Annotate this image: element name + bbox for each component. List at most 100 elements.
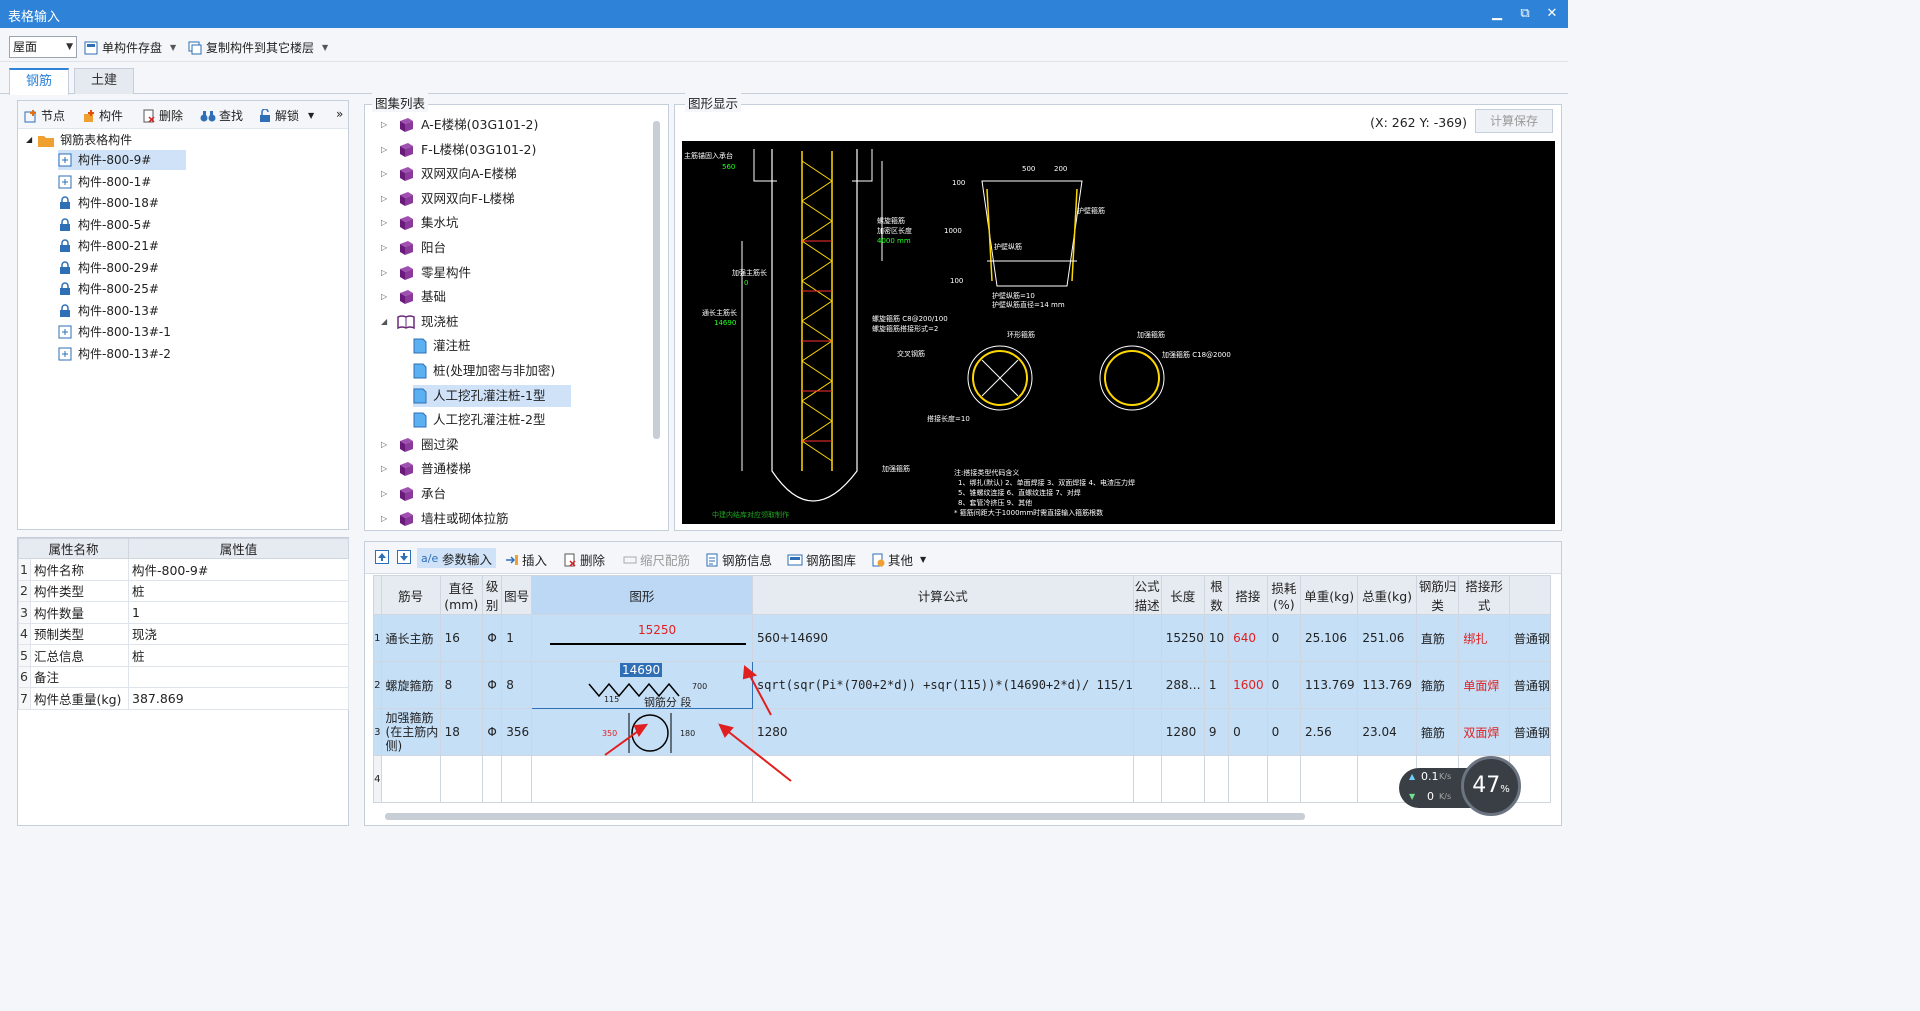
expand-icon[interactable]: ▷ — [381, 483, 391, 505]
collapse-icon[interactable]: ◢ — [26, 130, 32, 150]
rebar-info-button[interactable]: 钢筋信息 — [705, 550, 772, 569]
property-row[interactable]: 5 汇总信息桩 — [18, 644, 349, 667]
cell-bar-name[interactable]: 螺旋箍筋 — [380, 661, 441, 709]
cell-unit-weight[interactable]: 113.769 — [1300, 661, 1359, 709]
property-row[interactable]: 4 预制类型 现浇 — [18, 622, 349, 645]
column-header[interactable]: 计算公式 — [751, 575, 1134, 615]
expand-icon[interactable]: ▷ — [381, 139, 391, 161]
cell-shape[interactable]: 15250 — [530, 614, 753, 662]
move-down-button[interactable] — [397, 550, 411, 564]
column-header[interactable]: 损耗(%) — [1266, 575, 1302, 615]
cell-lap-type[interactable]: 双面焊 — [1458, 708, 1510, 756]
tree-item[interactable]: 构件-800-13# — [58, 301, 186, 321]
cell-length[interactable]: 288… — [1160, 661, 1205, 709]
cell-total-weight[interactable]: 23.04 — [1357, 708, 1417, 756]
tree-item[interactable]: 构件-800-29# — [58, 258, 186, 278]
expand-icon[interactable]: ▷ — [381, 458, 391, 480]
column-header[interactable]: 根数 — [1203, 575, 1230, 615]
cell-length[interactable]: 15250 — [1160, 614, 1205, 662]
atlas-scrollbar[interactable] — [653, 121, 660, 439]
cell-steel-type[interactable]: 普通钢 — [1508, 614, 1551, 662]
cell-loss[interactable]: 0 — [1266, 661, 1302, 709]
move-up-button[interactable] — [375, 550, 389, 564]
atlas-item[interactable]: ▷ 双网双向A-E楼梯 — [381, 163, 517, 185]
cell-lap[interactable]: 0 — [1228, 708, 1268, 756]
tree-item[interactable]: 构件-800-25# — [58, 279, 186, 299]
column-header[interactable]: 钢筋归类 — [1415, 575, 1460, 615]
cell-figure-no[interactable]: 1 — [501, 614, 532, 662]
tree-item[interactable]: 构件-800-21# — [58, 236, 186, 256]
column-header[interactable]: 搭接 — [1228, 575, 1268, 615]
restore-button[interactable]: ⧉ — [1514, 4, 1536, 24]
save-component-button[interactable]: 单构件存盘 ▼ — [84, 38, 176, 58]
cell-diameter[interactable]: 18 — [439, 708, 483, 756]
table-row[interactable]: 1 通长主筋 16 Φ 1 15250 560+14690 15250 10 6… — [373, 614, 1551, 662]
atlas-item[interactable]: ▷ 墙柱或砌体拉筋 — [381, 508, 509, 530]
empty-cell[interactable] — [1300, 755, 1359, 803]
atlas-child-item[interactable]: 桩(处理加密与非加密) — [413, 360, 555, 382]
column-header[interactable]: 长度 — [1160, 575, 1205, 615]
atlas-child-item[interactable]: 灌注桩 — [413, 335, 471, 357]
cell-lap[interactable]: 640 — [1228, 614, 1268, 662]
atlas-child-item[interactable]: 人工挖孔灌注桩-1型 — [413, 384, 571, 407]
param-input-button[interactable]: a/e 参数输入 — [417, 548, 497, 568]
cell-formula[interactable]: sqrt(sqr(Pi*(700+2*d)) +sqr(115))*(14690… — [751, 661, 1134, 709]
column-header[interactable]: 级别 — [481, 575, 503, 615]
atlas-child-item[interactable]: 人工挖孔灌注桩-2型 — [413, 409, 545, 431]
atlas-item[interactable]: ▷ 双网双向F-L楼梯 — [381, 188, 515, 210]
column-header[interactable]: 图形 — [530, 575, 753, 615]
atlas-item[interactable]: ▷ 承台 — [381, 483, 446, 505]
table-row[interactable]: 3 加强箍筋(在主筋内侧) 18 Φ 356 350 180 1280 1280… — [373, 708, 1551, 756]
close-button[interactable]: ✕ — [1541, 4, 1563, 24]
cell-grade[interactable]: Φ — [481, 708, 503, 756]
property-row[interactable]: 2 构件类型桩 — [18, 579, 349, 602]
cell-diameter[interactable]: 16 — [439, 614, 483, 662]
copy-to-floor-button[interactable]: 复制构件到其它楼层 ▼ — [188, 38, 328, 58]
tab-rebar[interactable]: 钢筋 — [9, 68, 69, 95]
column-header[interactable]: 直径(mm) — [439, 575, 483, 615]
cell-length[interactable]: 1280 — [1160, 708, 1205, 756]
cell-unit-weight[interactable]: 2.56 — [1300, 708, 1359, 756]
column-header[interactable]: 筋号 — [380, 575, 441, 615]
cell-loss[interactable]: 0 — [1266, 708, 1302, 756]
tree-item[interactable]: 构件-800-13#-2 — [58, 344, 186, 364]
expand-icon[interactable]: ▷ — [381, 508, 391, 530]
tree-item[interactable]: 构件-800-1# — [58, 172, 186, 192]
column-header-extra[interactable] — [1508, 575, 1551, 615]
atlas-item[interactable]: ▷ 集水坑 — [381, 212, 459, 234]
cell-desc[interactable] — [1132, 708, 1162, 756]
find-button[interactable]: 查找 — [200, 107, 243, 124]
table-row[interactable]: 4 — [373, 755, 1551, 803]
cell-lap-type[interactable]: 单面焊 — [1458, 661, 1510, 709]
column-header[interactable]: 单重(kg) — [1300, 575, 1359, 615]
property-value[interactable]: 387.869 — [128, 687, 349, 710]
cell-formula[interactable]: 1280 — [751, 708, 1134, 756]
cell-category[interactable]: 箍筋 — [1415, 708, 1460, 756]
add-node-button[interactable]: 节点 — [24, 107, 65, 124]
column-header[interactable]: 公式描述 — [1132, 575, 1162, 615]
scale-rebar-button[interactable]: 缩尺配筋 — [623, 550, 690, 569]
empty-cell[interactable] — [1228, 755, 1268, 803]
cell-lap-type[interactable]: 绑扎 — [1458, 614, 1510, 662]
cell-total-weight[interactable]: 113.769 — [1357, 661, 1417, 709]
empty-cell[interactable] — [751, 755, 1134, 803]
add-component-button[interactable]: 构件 — [82, 107, 123, 124]
empty-cell[interactable] — [1203, 755, 1230, 803]
calc-save-button[interactable]: 计算保存 — [1475, 109, 1553, 133]
property-row[interactable]: 3 构件数量 1 — [18, 601, 349, 624]
expand-icon[interactable]: ▷ — [381, 188, 391, 210]
empty-cell[interactable] — [1132, 755, 1162, 803]
cell-diameter[interactable]: 8 — [439, 661, 483, 709]
cell-count[interactable]: 10 — [1203, 614, 1230, 662]
cell-lap[interactable]: 1600 — [1228, 661, 1268, 709]
cell-count[interactable]: 1 — [1203, 661, 1230, 709]
atlas-item[interactable]: ▷ 零星构件 — [381, 262, 471, 284]
other-button[interactable]: 其他 ▼ — [871, 550, 926, 569]
cell-desc[interactable] — [1132, 614, 1162, 662]
empty-cell[interactable] — [1160, 755, 1205, 803]
insert-button[interactable]: 插入 — [505, 550, 547, 569]
cell-bar-name[interactable]: 加强箍筋(在主筋内侧) — [380, 708, 441, 756]
empty-cell[interactable] — [481, 755, 503, 803]
empty-cell[interactable] — [1266, 755, 1302, 803]
property-value[interactable]: 现浇 — [128, 622, 349, 645]
